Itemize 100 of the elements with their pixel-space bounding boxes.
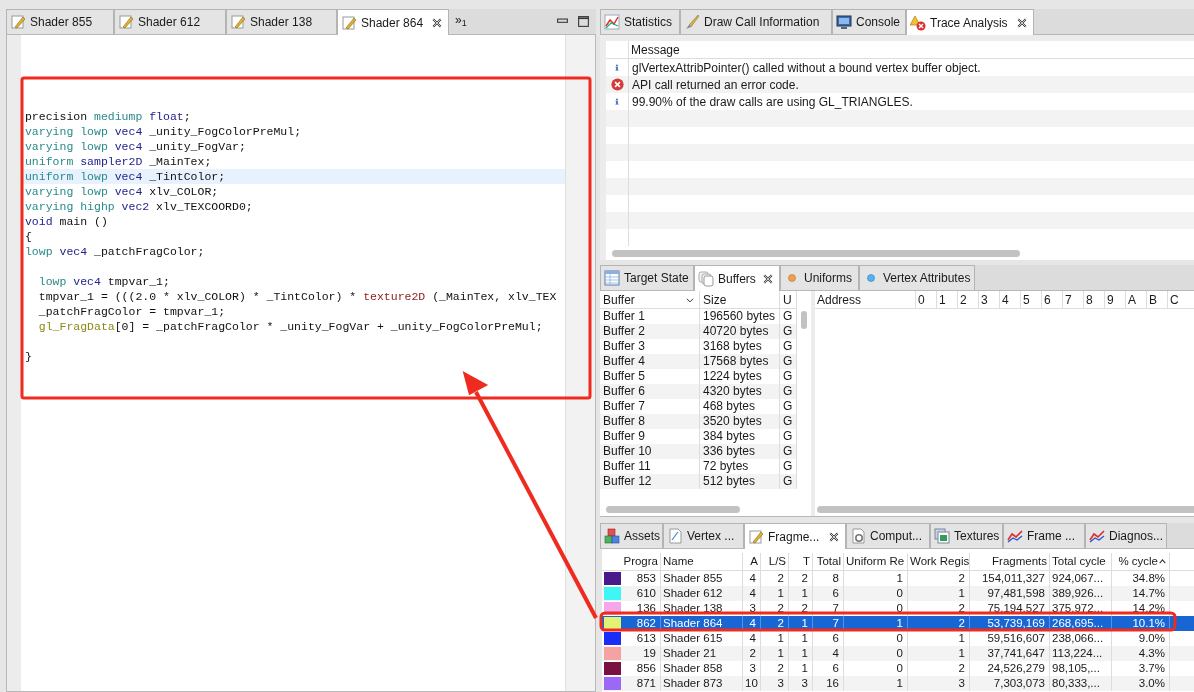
column-header[interactable]: Total — [813, 552, 844, 571]
message-text: 99.90% of the draw calls are using GL_TRIANGLES. — [631, 93, 913, 111]
image-stack-icon — [934, 528, 950, 544]
column-header: Message — [630, 42, 680, 58]
close-icon — [762, 272, 774, 285]
tab[interactable]: Vertex Attributes — [859, 265, 975, 290]
tab[interactable]: Textures — [930, 523, 1003, 548]
tab[interactable]: Shader 138 — [226, 9, 337, 34]
table-cell: 10 — [743, 676, 761, 691]
table-cell: 512 bytes — [700, 474, 780, 489]
column-header[interactable]: Uniform Re — [844, 552, 908, 571]
code-line: { — [24, 230, 32, 243]
table-cell: 871 — [622, 676, 661, 691]
column-header: 2 — [957, 291, 978, 309]
close-icon — [828, 530, 840, 543]
column-header[interactable]: Buffer — [600, 291, 700, 308]
code-line: varying highp vec2 xlv_TEXCOORD0; — [24, 200, 253, 213]
column-header[interactable]: Name — [661, 552, 743, 571]
scrollbar-thumb[interactable] — [612, 249, 1020, 257]
column-header[interactable]: A — [743, 552, 761, 571]
tab[interactable]: Frame ... — [1003, 523, 1085, 548]
scrollbar-thumb[interactable] — [606, 505, 740, 513]
brush-icon — [684, 14, 700, 30]
code-line: precision mediump float; — [24, 110, 191, 123]
table-cell: 1 — [844, 616, 908, 631]
pencil-icon — [10, 14, 26, 30]
code-line: gl_FragData[0] = _patchFragColor * _unity_FogVar + _unity_FogColorPreMul; — [37, 320, 543, 333]
scrollbar-thumb[interactable] — [801, 311, 807, 329]
overflow-tabs-indicator[interactable]: »$_{1}$ — [455, 11, 467, 29]
table-cell: 1 — [844, 676, 908, 691]
column-header: 4 — [999, 291, 1020, 309]
column-header[interactable]: L/S — [761, 552, 789, 571]
scrollbar-thumb[interactable] — [817, 505, 1194, 513]
close-icon — [431, 16, 443, 29]
code-line: varying lowp vec4 _unity_FogColorPreMul; — [24, 125, 302, 138]
column-header[interactable]: % cycle — [1112, 552, 1170, 571]
column-header: 6 — [1041, 291, 1062, 309]
tab[interactable]: Target State — [600, 265, 694, 290]
table-icon — [604, 270, 620, 286]
table-cell: 4 — [743, 616, 761, 631]
table-cell: 3 — [789, 676, 813, 691]
column-header[interactable]: Fragments — [970, 552, 1050, 571]
code-line: lowp vec4 tmpvar_1; — [37, 275, 170, 288]
tab[interactable]: Shader 864 — [337, 9, 449, 35]
tab[interactable]: Uniforms — [780, 265, 859, 290]
table-cell: 2 — [761, 616, 789, 631]
column-header: 5 — [1020, 291, 1041, 309]
tab[interactable]: Statistics — [600, 9, 680, 34]
column-header[interactable]: Size — [700, 291, 780, 308]
code-line: uniform sampler2D _MainTex; — [24, 155, 212, 168]
code-line: } — [24, 350, 32, 363]
code-line: tmpvar_1 = (((2.0 * xlv_COLOR) * _TintColor) * texture2D (_MainTex, xlv_TEX — [37, 290, 557, 303]
pencil-icon — [748, 528, 764, 545]
pencil-icon — [230, 14, 246, 30]
column-header: Address — [816, 291, 863, 309]
cubes-icon — [604, 528, 620, 544]
pencil-icon — [118, 14, 134, 30]
table-cell: 3 — [908, 676, 970, 691]
column-header: 8 — [1083, 291, 1104, 309]
tab[interactable]: Shader 612 — [114, 9, 226, 34]
table-cell: 16 — [813, 676, 844, 691]
table-cell: 2 — [908, 616, 970, 631]
tab[interactable]: Comput... — [846, 523, 930, 548]
message-text: API call returned an error code. — [631, 76, 799, 94]
tab[interactable]: Vertex ... — [663, 523, 744, 548]
line-graph-icon — [1089, 528, 1105, 544]
column-header: 0 — [915, 291, 936, 309]
column-header[interactable]: Total cycle — [1050, 552, 1112, 571]
line-graph-icon — [1007, 528, 1023, 544]
column-header[interactable]: Work Regis — [908, 552, 970, 571]
column-header[interactable]: T — [789, 552, 813, 571]
tab[interactable]: Diagnos... — [1085, 523, 1167, 548]
column-header: A — [1125, 291, 1146, 309]
table-cell: 268,695... — [1050, 616, 1112, 631]
warning-error-icon — [910, 14, 926, 31]
sort-ascending-icon — [1158, 557, 1167, 566]
code-line: _patchFragColor = tmpvar_1; — [37, 305, 226, 318]
tab[interactable]: Buffers — [694, 265, 780, 291]
column-header[interactable]: Progra — [622, 552, 661, 571]
gear-icon — [850, 528, 866, 544]
table-cell: 10.1% — [1112, 616, 1170, 631]
stacked-pages-icon — [698, 270, 714, 287]
chart-icon — [604, 14, 620, 30]
column-header: C — [1167, 291, 1188, 309]
tab[interactable]: Draw Call Information — [680, 9, 832, 34]
tab[interactable]: Fragme... — [744, 523, 846, 549]
column-header: B — [1146, 291, 1167, 309]
tab[interactable]: Shader 855 — [6, 9, 114, 34]
table-cell: 1 — [789, 616, 813, 631]
column-header: 7 — [1062, 291, 1083, 309]
pencil-icon — [341, 14, 357, 31]
tab[interactable]: Assets — [600, 523, 663, 548]
table-cell: Shader 873 — [661, 676, 743, 691]
tab[interactable]: Trace Analysis — [906, 9, 1034, 35]
code-line: lowp vec4 _patchFragColor; — [24, 245, 205, 258]
tab[interactable]: Console — [832, 9, 906, 34]
table-cell: 862 — [622, 616, 661, 631]
code-line: void main () — [24, 215, 108, 228]
code-line: uniform lowp vec4 _TintColor; — [24, 170, 226, 183]
maximize-icon — [577, 15, 590, 28]
